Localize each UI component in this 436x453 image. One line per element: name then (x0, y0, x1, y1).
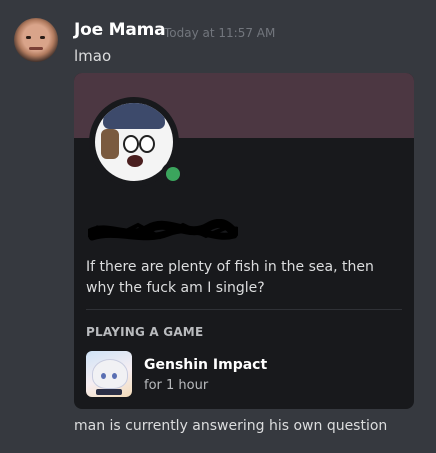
game-icon-eye (101, 373, 106, 379)
redacted-username-scribble (88, 219, 238, 241)
message-timestamp: Today at 11:57 AM (164, 26, 276, 40)
game-elapsed-time: for 1 hour (144, 378, 209, 393)
game-icon[interactable] (86, 351, 132, 397)
game-icon-eye (112, 373, 117, 379)
avatar-eye (123, 135, 139, 153)
section-divider (86, 309, 402, 310)
avatar-mouth (127, 155, 143, 167)
avatar-eye (40, 36, 45, 39)
avatar-hair (101, 129, 119, 159)
avatar-mouth (29, 47, 43, 50)
message-text: lmao (74, 47, 112, 65)
avatar-eye (139, 135, 155, 153)
avatar-hat (103, 103, 165, 129)
author-username[interactable]: Joe Mama (74, 20, 166, 40)
activity-header: PLAYING A GAME (86, 325, 204, 339)
online-status-icon (166, 167, 180, 181)
about-me-text: If there are plenty of fish in the sea, … (86, 259, 374, 296)
game-icon-logo (96, 389, 122, 395)
profile-card-embed: If there are plenty of fish in the sea, … (74, 73, 414, 409)
game-name: Genshin Impact (144, 357, 268, 373)
caption-text: man is currently answering his own quest… (74, 418, 388, 434)
avatar-eye (26, 36, 31, 39)
author-avatar[interactable] (14, 18, 58, 62)
game-icon-character (92, 359, 128, 389)
